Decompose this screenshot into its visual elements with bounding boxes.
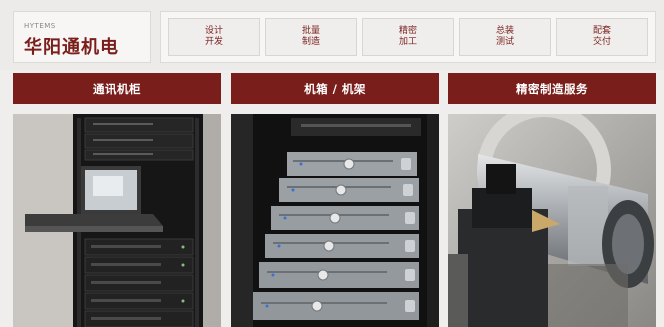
nav-precision-machining-button[interactable]: 精密 加工 xyxy=(362,18,454,56)
nav-label-line2: 开发 xyxy=(204,37,223,47)
server-rack-cabinet-image[interactable] xyxy=(13,114,221,327)
nav-mass-production-button[interactable]: 批量 制造 xyxy=(265,18,357,56)
precision-machining-image[interactable] xyxy=(448,114,656,327)
nav-supply-delivery-button[interactable]: 配套 交付 xyxy=(556,18,648,56)
nav-assembly-testing-button[interactable]: 总装 测试 xyxy=(459,18,551,56)
nav-label-line1: 批量 xyxy=(301,26,320,36)
nav-label-line2: 测试 xyxy=(495,37,514,47)
header: HYTEMS 华阳通机电 设计 开发 批量 制造 精密 加工 总装 测试 配套 … xyxy=(0,0,664,70)
card-title-chassis-rack[interactable]: 机箱 / 机架 xyxy=(231,73,439,104)
nav-label-line1: 设计 xyxy=(204,26,223,36)
brand-name-cn: 华阳通机电 xyxy=(24,37,119,58)
nav-label-line2: 交付 xyxy=(592,37,611,47)
nav-label-line1: 总装 xyxy=(495,26,514,36)
nav-label-line1: 配套 xyxy=(592,26,611,36)
nav-label-line2: 加工 xyxy=(398,37,417,47)
brand-name-en: HYTEMS xyxy=(24,22,56,30)
nav-design-development-button[interactable]: 设计 开发 xyxy=(168,18,260,56)
rackmount-chassis-image[interactable] xyxy=(231,114,439,327)
main-nav: 设计 开发 批量 制造 精密 加工 总装 测试 配套 交付 xyxy=(160,11,656,63)
card-title-precision-manufacturing[interactable]: 精密制造服务 xyxy=(448,73,656,104)
nav-label-line1: 精密 xyxy=(398,26,417,36)
card-title-communication-cabinet[interactable]: 通讯机柜 xyxy=(13,73,221,104)
brand-logo[interactable]: HYTEMS 华阳通机电 xyxy=(13,11,151,63)
nav-label-line2: 制造 xyxy=(301,37,320,47)
